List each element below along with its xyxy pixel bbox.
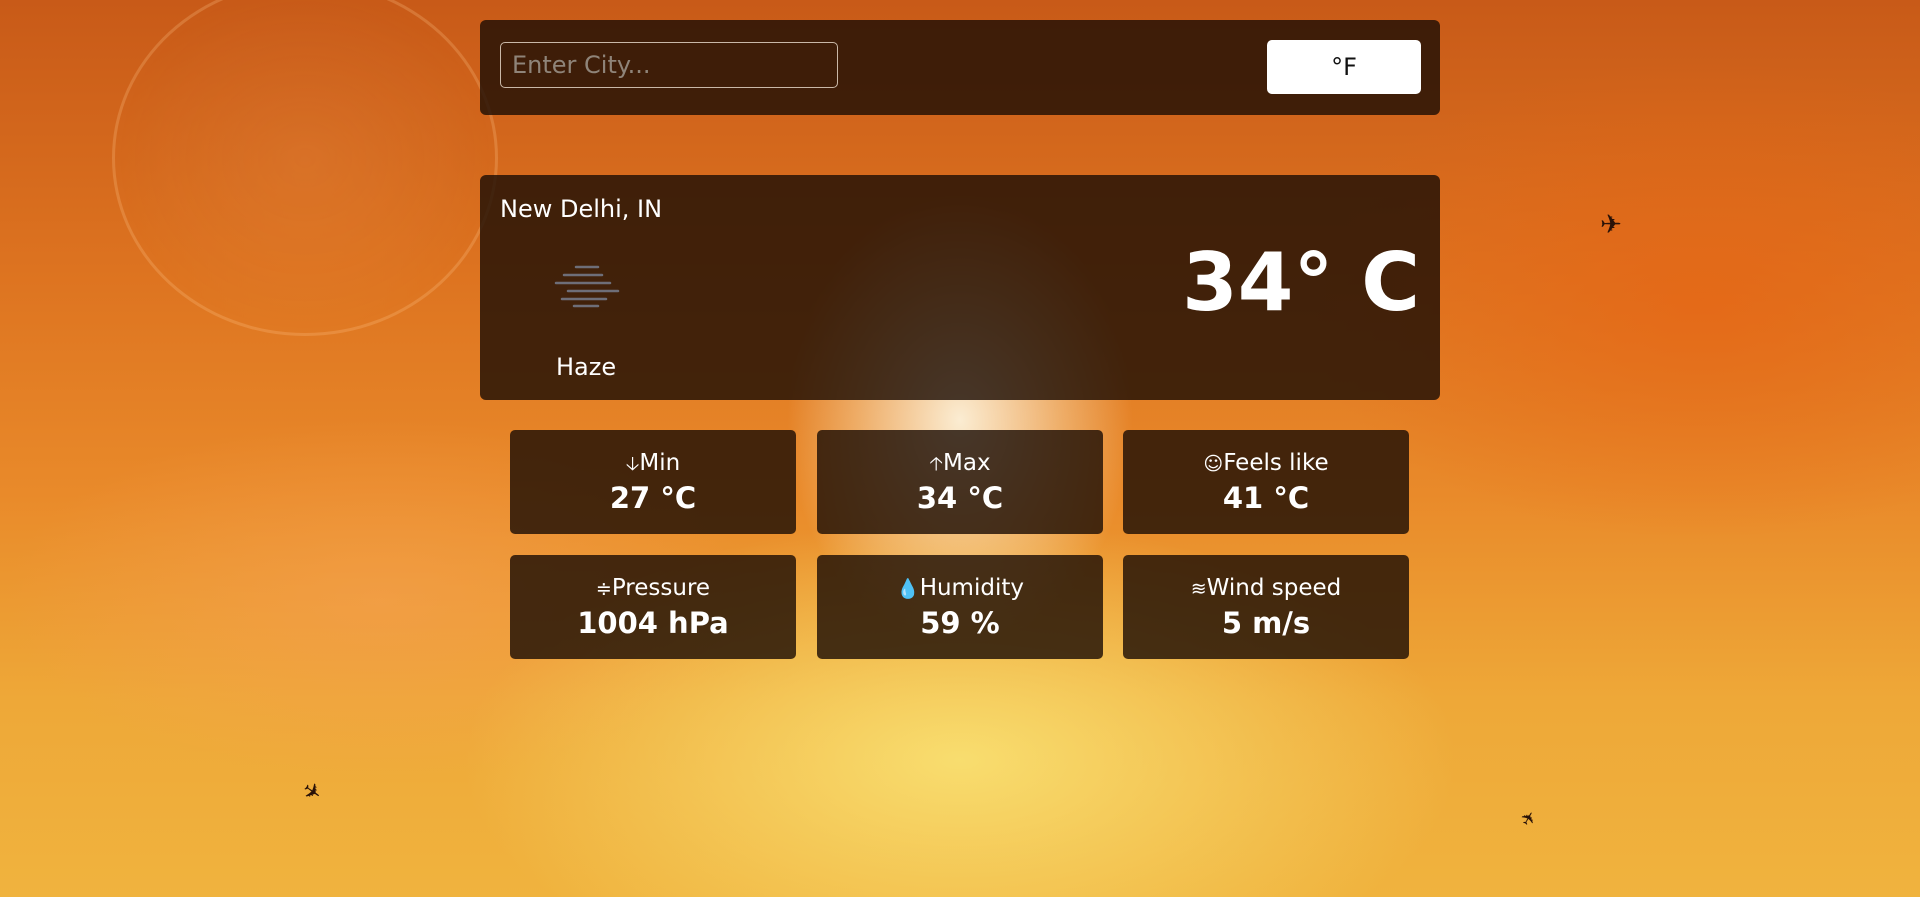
stat-label-feels-like: ☺Feels like	[1203, 450, 1329, 476]
stat-card-min: 🡣Min 27 °C	[510, 430, 796, 534]
stat-value-feels-like: 41 °C	[1222, 481, 1310, 515]
bird-silhouette: ✈	[1516, 806, 1542, 831]
stat-label-humidity: 💧Humidity	[896, 575, 1024, 601]
stat-card-humidity: 💧Humidity 59 %	[817, 555, 1103, 659]
smiley-icon: ☺	[1203, 453, 1224, 475]
stat-label-max: 🡡Max	[929, 450, 991, 476]
search-bar: °F	[480, 20, 1440, 115]
bird-silhouette: ✈	[296, 777, 327, 809]
stat-value-max: 34 °C	[916, 481, 1004, 515]
wind-icon: ≋	[1190, 578, 1207, 600]
arrow-up-icon: 🡡	[929, 453, 944, 475]
arrow-down-icon: 🡣	[625, 453, 640, 475]
stat-label-pressure: ≑Pressure	[595, 575, 711, 601]
stat-label-wind-speed: ≋Wind speed	[1190, 575, 1342, 601]
stat-label-min: 🡣Min	[625, 450, 681, 476]
stat-card-feels-like: ☺Feels like 41 °C	[1123, 430, 1409, 534]
current-temperature: 34° C	[1182, 236, 1420, 329]
unit-toggle-button[interactable]: °F	[1267, 40, 1421, 94]
stat-value-humidity: 59 %	[920, 606, 1000, 640]
droplet-icon: 💧	[896, 578, 920, 600]
weather-condition: Haze	[556, 353, 617, 381]
current-weather-panel: New Delhi, IN Haze 34° C	[480, 175, 1440, 400]
stat-value-wind-speed: 5 m/s	[1221, 606, 1311, 640]
location-name: New Delhi, IN	[500, 195, 663, 223]
stat-card-pressure: ≑Pressure 1004 hPa	[510, 555, 796, 659]
city-search-input[interactable]	[500, 42, 838, 88]
stat-value-pressure: 1004 hPa	[577, 606, 729, 640]
bird-silhouette: ✈	[1600, 210, 1622, 240]
background-sun-halo	[112, 0, 498, 336]
haze-icon	[554, 265, 620, 308]
stat-card-max: 🡡Max 34 °C	[817, 430, 1103, 534]
pressure-icon: ≑	[595, 578, 612, 600]
stat-card-wind-speed: ≋Wind speed 5 m/s	[1123, 555, 1409, 659]
stat-value-min: 27 °C	[609, 481, 697, 515]
